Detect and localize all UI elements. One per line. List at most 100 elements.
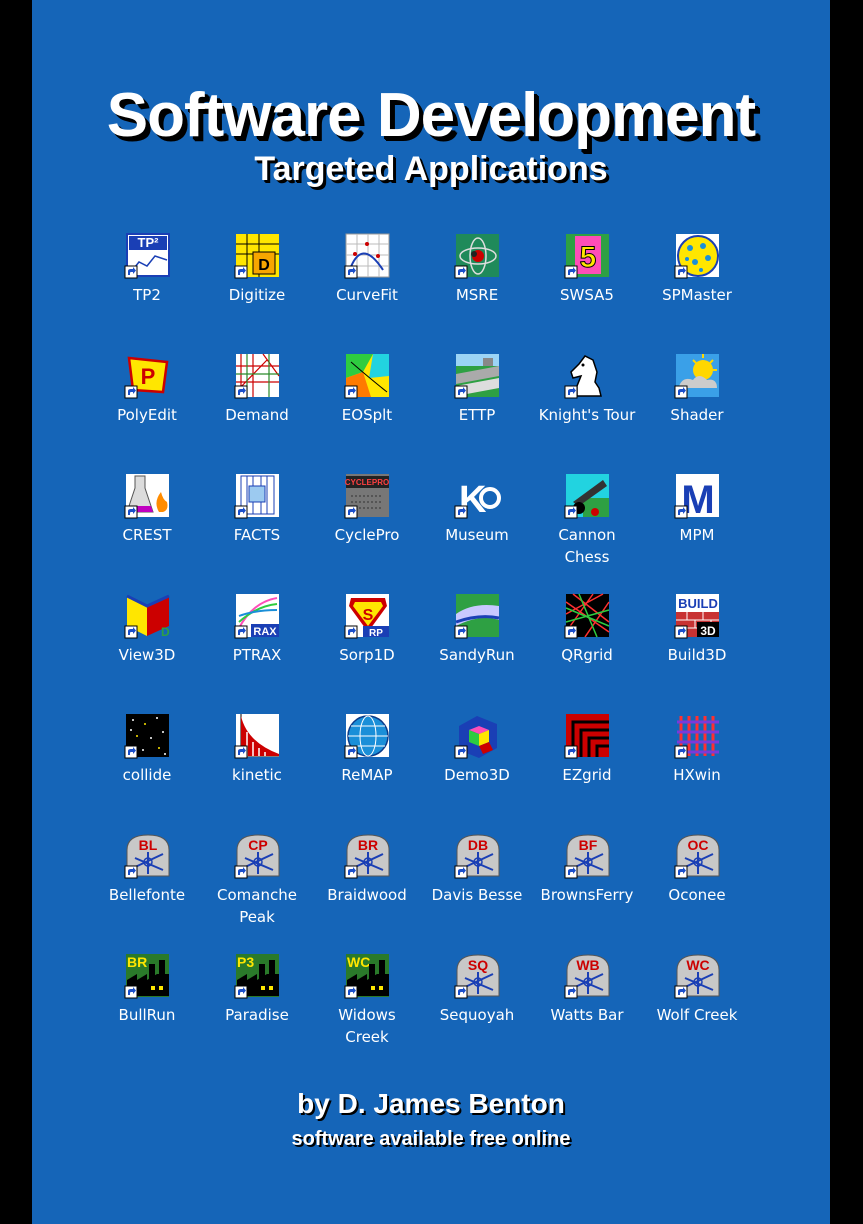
desktop-icon[interactable]: kinetic <box>202 712 312 786</box>
icon-label: PTRAX <box>232 646 282 664</box>
svg-text:BF: BF <box>579 837 598 853</box>
desktop-icon[interactable]: RAX PTRAX <box>202 592 312 666</box>
desktop-icon[interactable]: CYCLEPRO CyclePro <box>312 472 422 546</box>
tagline: software available free online <box>291 1128 571 1150</box>
desktop-icon[interactable]: QRgrid <box>532 592 642 666</box>
desktop-icon[interactable]: S RP Sorp1D <box>312 592 422 666</box>
view3d-icon: D <box>123 592 171 640</box>
desktop-icon[interactable]: EZgrid <box>532 712 642 786</box>
ezgrid-icon <box>563 712 611 760</box>
plant-sq-icon: SQ <box>453 952 501 1000</box>
desktop-icon[interactable]: Demo3D <box>422 712 532 786</box>
icon-label: QRgrid <box>561 646 613 664</box>
build3d-icon: BUILD 3D <box>673 592 721 640</box>
icon-label: Shader <box>670 406 724 424</box>
desktop-icon[interactable]: WC Wolf Creek <box>642 952 752 1026</box>
polyedit-icon: P <box>123 352 171 400</box>
desktop-icon[interactable]: SandyRun <box>422 592 532 666</box>
icon-label: Digitize <box>228 286 286 304</box>
icon-label: EOSplt <box>341 406 393 424</box>
spmaster-icon <box>673 232 721 280</box>
icon-label: TP2 <box>133 286 161 304</box>
desktop-icon[interactable]: ReMAP <box>312 712 422 786</box>
svg-text:D: D <box>258 257 270 274</box>
desktop-icon[interactable]: ETTP <box>422 352 532 426</box>
facts-icon <box>233 472 281 520</box>
desktop-icon[interactable]: BL Bellefonte <box>92 832 202 906</box>
desktop-icon[interactable]: collide <box>92 712 202 786</box>
sandyrun-icon <box>453 592 501 640</box>
icon-label: Widows Creek <box>338 1006 396 1046</box>
icon-label: Wolf Creek <box>656 1006 738 1024</box>
svg-text:BR: BR <box>127 954 147 970</box>
hxwin-icon <box>673 712 721 760</box>
desktop-icon[interactable]: OC Oconee <box>642 832 752 906</box>
ettp-icon <box>453 352 501 400</box>
desktop-icon[interactable]: Cannon Chess <box>532 472 642 568</box>
desktop-icon[interactable]: FACTS <box>202 472 312 546</box>
svg-text:RP: RP <box>369 628 383 639</box>
desktop-icon[interactable]: SQ Sequoyah <box>422 952 532 1026</box>
desktop-icon[interactable]: DB Davis Besse <box>422 832 532 906</box>
mpm-icon: M <box>673 472 721 520</box>
desktop-icon[interactable]: M MPM <box>642 472 752 546</box>
desktop-icon[interactable]: SPMaster <box>642 232 752 306</box>
desktop-icon[interactable]: BUILD 3D Build3D <box>642 592 752 666</box>
desktop-icon[interactable]: 5 SWSA5 <box>532 232 642 306</box>
svg-text:BL: BL <box>139 837 158 853</box>
desktop-icon[interactable]: BF BrownsFerry <box>532 832 642 906</box>
icon-label: MPM <box>679 526 715 544</box>
desktop-icon[interactable]: BR Braidwood <box>312 832 422 906</box>
icon-label: Cannon Chess <box>558 526 616 566</box>
icon-label: CurveFit <box>336 286 398 304</box>
desktop-icon[interactable]: HXwin <box>642 712 752 786</box>
svg-text:OC: OC <box>688 837 709 853</box>
desktop-icon[interactable]: CurveFit <box>312 232 422 306</box>
svg-text:D: D <box>161 625 170 639</box>
desktop-icon[interactable]: Knight's Tour <box>532 352 642 426</box>
plant-cp-icon: CP <box>233 832 281 880</box>
icon-label: View3D <box>118 646 176 664</box>
desktop-icon[interactable]: CREST <box>92 472 202 546</box>
desktop-icon[interactable]: Shader <box>642 352 752 426</box>
desktop-icon[interactable]: WB Watts Bar <box>532 952 642 1026</box>
digitize-icon: D <box>233 232 281 280</box>
curvefit-icon <box>343 232 391 280</box>
remap-icon <box>343 712 391 760</box>
plant-db-icon: DB <box>453 832 501 880</box>
desktop-icon[interactable]: K Museum <box>422 472 532 546</box>
qrgrid-icon <box>563 592 611 640</box>
desktop-icon[interactable]: Demand <box>202 352 312 426</box>
desktop-icon[interactable]: P PolyEdit <box>92 352 202 426</box>
knights-tour-icon <box>563 352 611 400</box>
icon-label: Sorp1D <box>339 646 395 664</box>
plant-wc-icon: WC <box>673 952 721 1000</box>
svg-text:BR: BR <box>358 837 378 853</box>
desktop-icon[interactable]: TP² TP2 <box>92 232 202 306</box>
svg-text:WC: WC <box>347 954 370 970</box>
crest-icon <box>123 472 171 520</box>
desktop-icon[interactable]: MSRE <box>422 232 532 306</box>
desktop-icon[interactable]: D Digitize <box>202 232 312 306</box>
icon-label: MSRE <box>455 286 499 304</box>
icon-label: Bellefonte <box>108 886 186 904</box>
desktop-icon[interactable]: BR BullRun <box>92 952 202 1026</box>
svg-text:TP²: TP² <box>138 235 160 250</box>
kinetic-icon <box>233 712 281 760</box>
svg-text:DB: DB <box>468 837 488 853</box>
desktop-icon[interactable]: D View3D <box>92 592 202 666</box>
desktop-icon[interactable]: WC Widows Creek <box>312 952 422 1048</box>
icon-label: PolyEdit <box>117 406 177 424</box>
author-byline: by D. James Benton <box>297 1088 565 1119</box>
swsa5-icon: 5 <box>563 232 611 280</box>
msre-icon <box>453 232 501 280</box>
icon-label: HXwin <box>673 766 721 784</box>
desktop-icon[interactable]: P3 Paradise <box>202 952 312 1026</box>
icon-label: Sequoyah <box>439 1006 515 1024</box>
tp2-icon: TP² <box>123 232 171 280</box>
svg-text:WC: WC <box>686 957 709 973</box>
icon-label: BrownsFerry <box>540 886 634 904</box>
desktop-icon[interactable]: CP Comanche Peak <box>202 832 312 928</box>
desktop-icon[interactable]: EOSplt <box>312 352 422 426</box>
icon-label: CyclePro <box>334 526 400 544</box>
